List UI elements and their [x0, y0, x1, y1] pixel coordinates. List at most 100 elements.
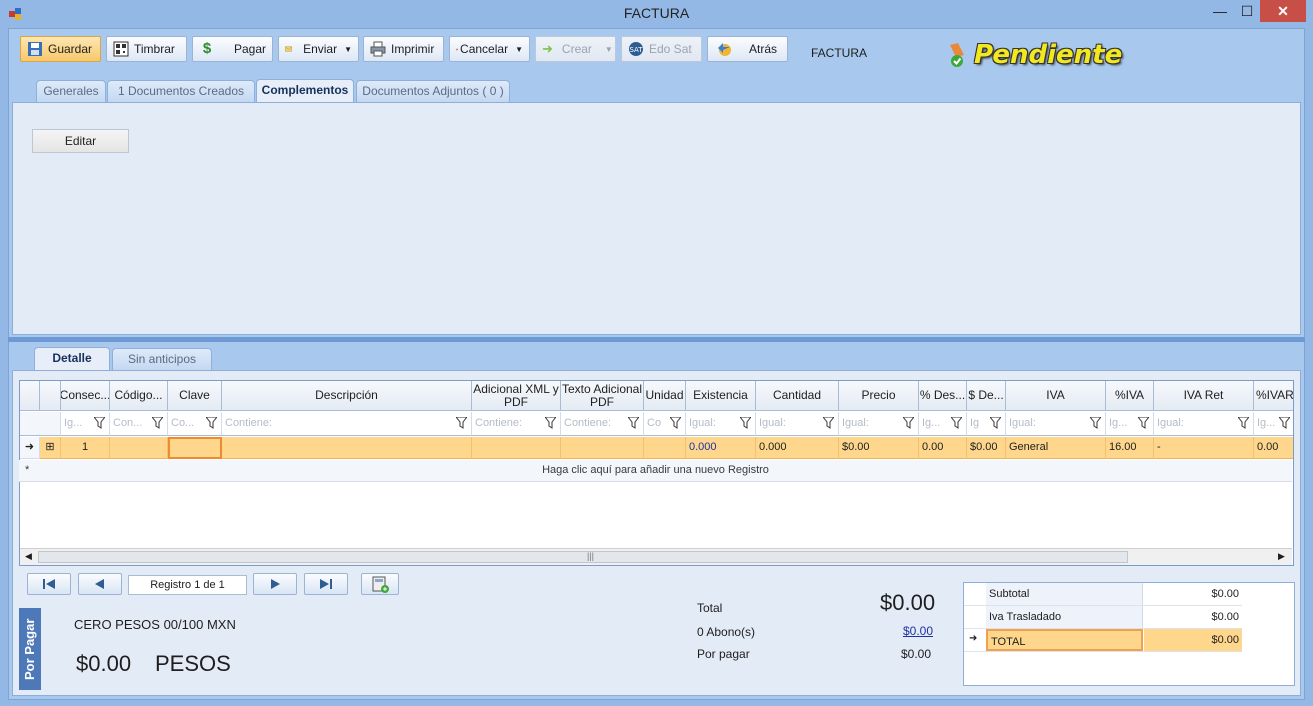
filter-icon[interactable]: [94, 417, 105, 429]
pagar-button[interactable]: $ Pagar: [192, 36, 273, 62]
timbrar-button[interactable]: Timbrar: [106, 36, 187, 62]
maximize-button[interactable]: ☐: [1235, 0, 1259, 22]
abonos-link[interactable]: $0.00: [903, 624, 933, 638]
editar-button[interactable]: Editar: [32, 129, 129, 153]
cell-descripcion[interactable]: [222, 437, 472, 459]
filter-icon[interactable]: [990, 417, 1001, 429]
first-record-button[interactable]: [27, 573, 71, 595]
filter-icon[interactable]: [456, 417, 467, 429]
cell-clave[interactable]: [168, 437, 222, 459]
tab-sin-anticipos[interactable]: Sin anticipos: [112, 348, 212, 370]
scrollbar-thumb[interactable]: |||: [38, 551, 1128, 563]
imprimir-button[interactable]: Imprimir: [363, 36, 444, 62]
filter-iva-ret[interactable]: Igual:: [1154, 412, 1254, 436]
cell-monto-descuento[interactable]: $0.00: [967, 437, 1006, 459]
expand-row-icon[interactable]: ⊞: [40, 437, 61, 459]
totals-row-subtotal[interactable]: Subtotal $0.00: [964, 583, 1242, 606]
col-header-clave[interactable]: Clave: [168, 381, 222, 411]
filter-icon[interactable]: [903, 417, 914, 429]
guardar-button[interactable]: Guardar: [20, 36, 101, 62]
crear-button[interactable]: ➜ Crear ▼: [535, 36, 616, 62]
filter-icon[interactable]: [670, 417, 681, 429]
col-header-descripcion[interactable]: Descripción: [222, 381, 472, 411]
col-header-iva[interactable]: IVA: [1006, 381, 1106, 411]
col-header-precio[interactable]: Precio: [839, 381, 919, 411]
col-header-pct-iva-ret[interactable]: %IVARe: [1254, 381, 1293, 411]
filter-icon[interactable]: [1138, 417, 1149, 429]
filter-icon[interactable]: [545, 417, 556, 429]
document-type-label: FACTURA: [811, 46, 868, 60]
splitter[interactable]: [8, 337, 1305, 342]
col-header-consec[interactable]: Consec...: [61, 381, 110, 411]
cell-codigo[interactable]: [110, 437, 168, 459]
filter-icon[interactable]: [823, 417, 834, 429]
cell-precio[interactable]: $0.00: [839, 437, 919, 459]
new-row[interactable]: * Haga clic aquí para añadir una nuevo R…: [19, 460, 1292, 482]
minimize-button[interactable]: —: [1208, 0, 1232, 22]
cell-existencia[interactable]: 0.000: [686, 437, 756, 459]
cell-cantidad[interactable]: 0.000: [756, 437, 839, 459]
close-button[interactable]: ✕: [1260, 0, 1306, 22]
filter-adicional-xml[interactable]: Contiene:: [472, 412, 561, 436]
filter-precio[interactable]: Igual:: [839, 412, 919, 436]
cell-iva[interactable]: General: [1006, 437, 1106, 459]
cell-texto-adicional[interactable]: [561, 437, 644, 459]
tab-detalle[interactable]: Detalle: [34, 347, 110, 371]
next-record-button[interactable]: [253, 573, 297, 595]
filter-icon[interactable]: [951, 417, 962, 429]
cell-pct-descuento[interactable]: 0.00: [919, 437, 967, 459]
tab-documentos-creados[interactable]: 1 Documentos Creados: [107, 80, 255, 102]
enviar-button[interactable]: Enviar ▼: [278, 36, 359, 62]
col-header-adicional-xml[interactable]: Adicional XML y PDF: [472, 381, 561, 411]
filter-icon[interactable]: [628, 417, 639, 429]
col-header-cantidad[interactable]: Cantidad: [756, 381, 839, 411]
filter-unidad[interactable]: Co: [644, 412, 686, 436]
scroll-right-icon[interactable]: ▶: [1278, 551, 1285, 562]
tab-documentos-adjuntos[interactable]: Documentos Adjuntos ( 0 ): [356, 80, 510, 102]
filter-existencia[interactable]: Igual:: [686, 412, 756, 436]
calculator-button[interactable]: [361, 573, 399, 595]
filter-codigo[interactable]: Con...: [110, 412, 168, 436]
filter-pct-descuento[interactable]: Ig...: [919, 412, 967, 436]
edo-sat-button[interactable]: SAT Edo Sat: [621, 36, 702, 62]
totals-row-iva-trasladado[interactable]: Iva Trasladado $0.00: [964, 606, 1242, 629]
filter-icon[interactable]: [1279, 417, 1290, 429]
cell-adicional-xml[interactable]: [472, 437, 561, 459]
cancelar-button[interactable]: Cancelar ▼: [449, 36, 530, 62]
col-header-texto-adicional[interactable]: Texto Adicional PDF: [561, 381, 644, 411]
cell-unidad[interactable]: [644, 437, 686, 459]
col-header-pct-descuento[interactable]: % Des...: [919, 381, 967, 411]
filter-icon[interactable]: [152, 417, 163, 429]
filter-icon[interactable]: [1090, 417, 1101, 429]
cell-iva-ret[interactable]: -: [1154, 437, 1254, 459]
totals-row-total[interactable]: ➜ TOTAL $0.00: [964, 629, 1242, 652]
filter-pct-iva-ret[interactable]: Ig...: [1254, 412, 1293, 436]
filter-descripcion[interactable]: Contiene:: [222, 412, 472, 436]
filter-monto-descuento[interactable]: Ig: [967, 412, 1006, 436]
col-header-existencia[interactable]: Existencia: [686, 381, 756, 411]
filter-icon[interactable]: [740, 417, 751, 429]
filter-iva[interactable]: Igual:: [1006, 412, 1106, 436]
filter-consec[interactable]: Ig...: [61, 412, 110, 436]
atras-button[interactable]: Atrás: [707, 36, 788, 62]
col-header-codigo[interactable]: Código...: [110, 381, 168, 411]
tab-generales[interactable]: Generales: [36, 80, 106, 102]
last-record-button[interactable]: [304, 573, 348, 595]
filter-clave[interactable]: Co...: [168, 412, 222, 436]
col-header-unidad[interactable]: Unidad: [644, 381, 686, 411]
horizontal-scrollbar[interactable]: ◀ ||| ▶: [20, 548, 1292, 565]
previous-record-button[interactable]: [78, 573, 122, 595]
filter-icon[interactable]: [1238, 417, 1249, 429]
col-header-pct-iva[interactable]: %IVA: [1106, 381, 1154, 411]
cell-pct-iva-ret[interactable]: 0.00: [1254, 437, 1293, 459]
cell-consec[interactable]: 1: [61, 437, 110, 459]
filter-cantidad[interactable]: Igual:: [756, 412, 839, 436]
filter-icon[interactable]: [206, 417, 217, 429]
tab-complementos[interactable]: Complementos: [256, 79, 354, 103]
col-header-monto-descuento[interactable]: $ De...: [967, 381, 1006, 411]
scroll-left-icon[interactable]: ◀: [25, 551, 32, 562]
cell-pct-iva[interactable]: 16.00: [1106, 437, 1154, 459]
filter-pct-iva[interactable]: Ig...: [1106, 412, 1154, 436]
filter-texto-adicional[interactable]: Contiene:: [561, 412, 644, 436]
col-header-iva-ret[interactable]: IVA Ret: [1154, 381, 1254, 411]
